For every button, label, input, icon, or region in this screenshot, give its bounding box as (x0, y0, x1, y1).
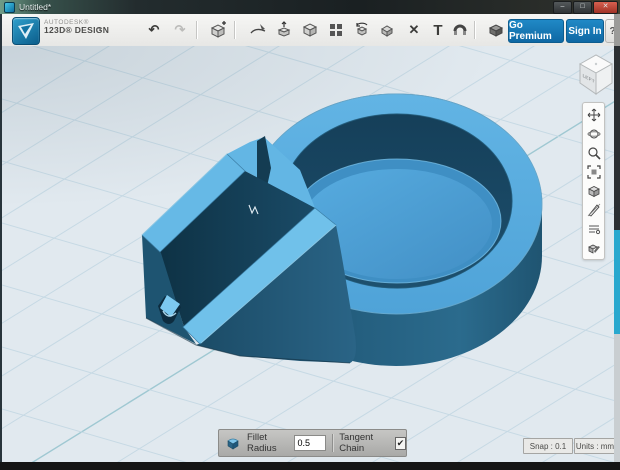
outline-icon[interactable] (586, 202, 602, 218)
fit-icon[interactable] (586, 164, 602, 180)
pan-icon[interactable] (586, 107, 602, 123)
pattern-icon[interactable] (326, 20, 346, 40)
fillet-radius-input[interactable] (294, 435, 327, 451)
background-strip (614, 14, 620, 46)
tangent-chain-label: Tangent Chain (339, 432, 374, 454)
combine-icon[interactable] (378, 20, 398, 40)
app-menu-logo[interactable] (12, 17, 40, 45)
fillet-options-panel: Fillet Radius Tangent Chain ✔ (218, 429, 407, 457)
background-strip-teal (614, 230, 620, 334)
close-button[interactable]: ✕ (593, 1, 618, 14)
snap-icon[interactable] (450, 20, 470, 40)
hide-icon[interactable] (586, 221, 602, 237)
window-title: Untitled* (19, 2, 52, 12)
background-strip (614, 46, 620, 230)
toolbar-separator (196, 21, 197, 39)
grouping-icon[interactable] (352, 20, 372, 40)
sketch-icon[interactable] (248, 20, 268, 40)
construct-icon[interactable] (274, 20, 294, 40)
undo-button[interactable]: ↶ (144, 20, 164, 40)
chevron-down-icon[interactable]: ⌄ (96, 22, 104, 33)
material-edit-icon[interactable] (586, 240, 602, 256)
go-premium-button[interactable]: Go Premium (508, 19, 564, 43)
toolbar-separator (234, 21, 235, 39)
background-strip (614, 334, 620, 462)
view-cube[interactable]: LEFT (576, 49, 616, 99)
minimize-button[interactable]: – (553, 1, 572, 14)
zoom-icon[interactable] (586, 145, 602, 161)
viewport-canvas[interactable] (2, 46, 614, 462)
sign-in-button[interactable]: Sign In (566, 19, 604, 43)
window-border-bottom (0, 462, 620, 470)
units-setting[interactable]: Units : mm (574, 438, 616, 454)
primitives-icon[interactable] (208, 20, 228, 40)
modify-icon[interactable] (300, 20, 320, 40)
window-border-left (0, 14, 2, 462)
redo-button[interactable]: ↷ (170, 20, 190, 40)
title-bar[interactable]: Untitled* – □ ✕ (0, 0, 620, 14)
panel-separator (332, 434, 334, 452)
app-icon (4, 1, 15, 13)
shading-icon[interactable] (586, 183, 602, 199)
app-window: Untitled* – □ ✕ AUTODESK® 123D® DESIGN ⌄… (0, 0, 620, 470)
tangent-chain-checkbox[interactable]: ✔ (395, 436, 406, 450)
fillet-radius-label: Fillet Radius (247, 432, 277, 454)
main-toolbar: AUTODESK® 123D® DESIGN ⌄ ↶ ↷ ✕ T Go Prem… (2, 14, 620, 47)
logo-bird-icon (18, 23, 34, 39)
snap-setting[interactable]: Snap : 0.1 (523, 438, 573, 454)
delete-icon[interactable]: ✕ (404, 20, 424, 40)
toolbar-separator (474, 21, 475, 39)
maximize-button[interactable]: □ (573, 1, 592, 14)
fillet-tool-icon[interactable] (225, 435, 241, 451)
materials-icon[interactable] (486, 20, 506, 40)
navigation-toolbar (582, 102, 605, 260)
orbit-icon[interactable] (586, 126, 602, 142)
text-tool-icon[interactable]: T (428, 20, 448, 40)
